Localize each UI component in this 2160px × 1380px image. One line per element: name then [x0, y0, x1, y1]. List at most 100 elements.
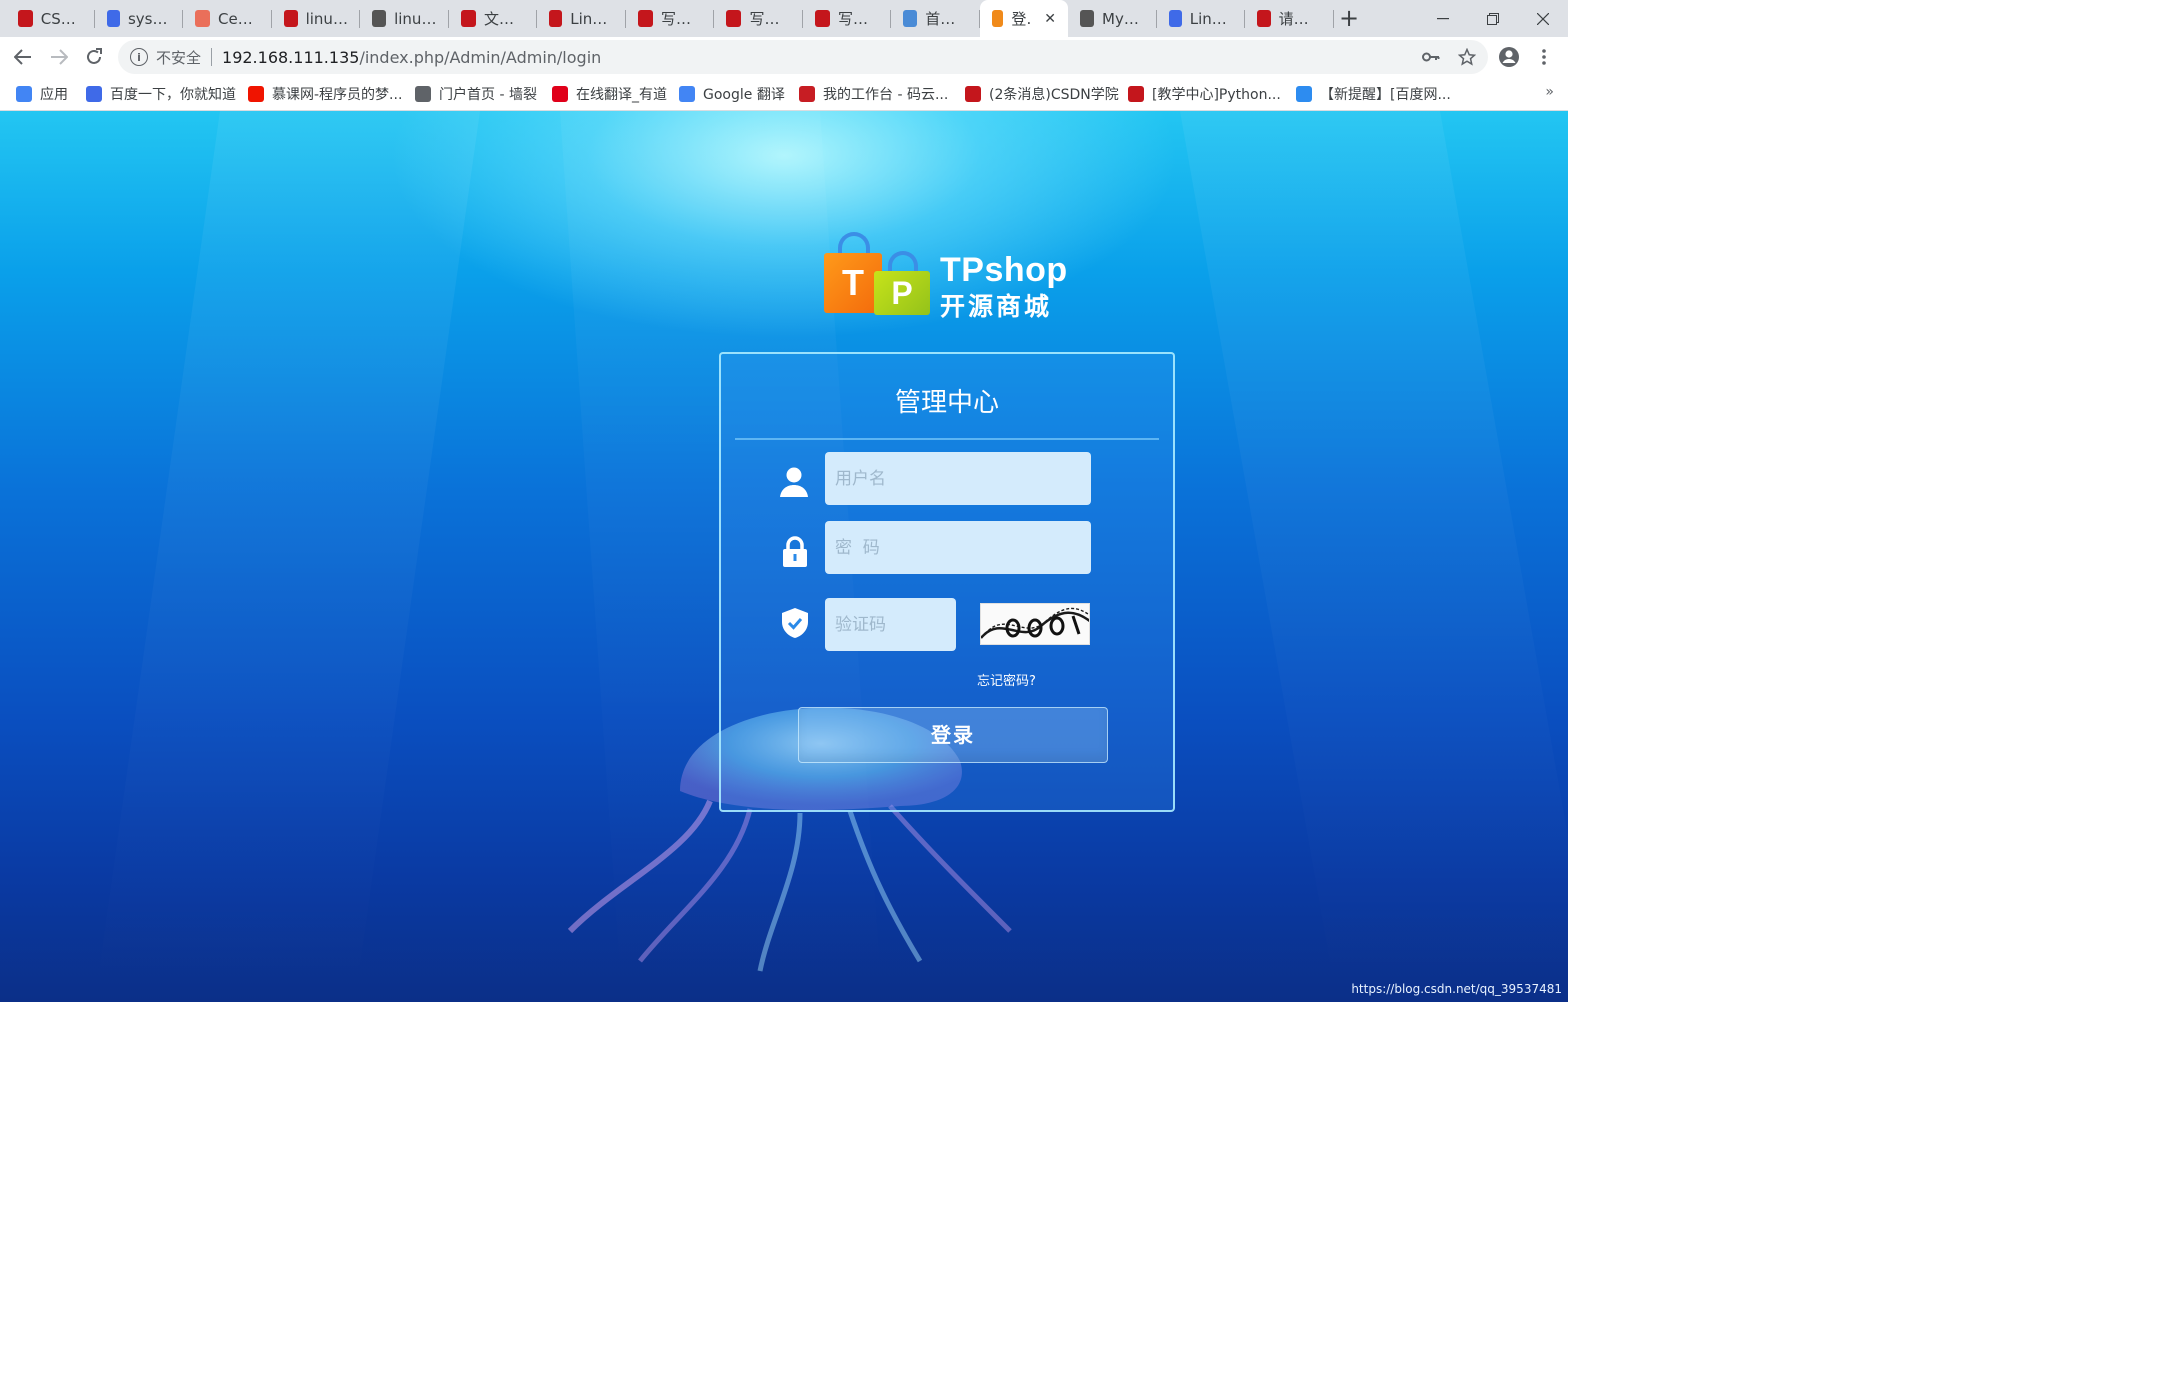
lock-icon [778, 535, 812, 569]
tab[interactable]: Linux服 [1157, 0, 1245, 37]
bookmark-item[interactable]: 【新提醒】[百度网... [1296, 84, 1451, 104]
baidu-icon [1168, 10, 1182, 27]
tab-title: Linux服 [1189, 10, 1233, 28]
address-separator [211, 48, 213, 66]
browser-chrome: CSDN-system CentO linux中 linux查 文章管 Linux环 写文章… [0, 0, 1568, 111]
restore-button[interactable] [1470, 0, 1516, 37]
baidu-icon [86, 86, 102, 102]
bookmarks-bar: » 应用 百度一下，你就知道 慕课网-程序员的梦... 门户首页 - 墙裂 在线翻译_有… [0, 77, 1568, 111]
tab-title: Linux环 [570, 10, 613, 28]
csdn-icon [1257, 10, 1271, 27]
bookmark-label: 应用 [40, 87, 68, 103]
tab[interactable]: 写文章 [714, 0, 803, 37]
tab-title: 登录 [1011, 10, 1032, 28]
bookmark-item[interactable]: (2条消息)CSDN学院 [965, 84, 1119, 104]
bookmark-label: (2条消息)CSDN学院 [989, 87, 1119, 103]
shield-check-icon [778, 606, 812, 640]
password-input[interactable] [825, 521, 1091, 574]
tab[interactable]: 写文章 [626, 0, 714, 37]
tab[interactable]: 登录 ✕ [979, 0, 1068, 37]
csdn-icon [18, 10, 33, 27]
tab[interactable]: linux查 [360, 0, 449, 37]
captcha-image[interactable] [980, 603, 1090, 645]
tab-title: 首页-开 [925, 10, 967, 28]
bookmark-item[interactable]: 我的工作台 - 码云... [799, 84, 948, 104]
csdn-icon [283, 10, 298, 27]
csdn-icon [814, 10, 830, 27]
login-button[interactable]: 登录 [798, 707, 1108, 763]
username-input[interactable] [825, 452, 1091, 505]
tab[interactable]: 请在my [1245, 0, 1334, 37]
bookmark-label: [教学中心]Python... [1152, 87, 1281, 103]
bookmarks-overflow-button[interactable]: » [1545, 84, 1554, 100]
panel-title: 管理中心 [894, 388, 999, 418]
key-icon[interactable] [1420, 46, 1442, 68]
bookmark-label: 百度一下，你就知道 [110, 87, 236, 103]
baidu-icon [106, 10, 120, 27]
tpshop-icon [991, 10, 1004, 27]
forward-button[interactable] [44, 42, 74, 72]
bookmark-label: 慕课网-程序员的梦... [272, 87, 403, 103]
logo-tagline: 开源商城 [940, 292, 1053, 321]
tab[interactable]: MySQL [1068, 0, 1157, 37]
url-host: 192.168.111.135 [222, 47, 360, 67]
tab-title: system [127, 9, 171, 28]
minimize-button[interactable] [1420, 0, 1466, 37]
tab[interactable]: system [95, 0, 183, 37]
bookmark-item[interactable]: 在线翻译_有道 [552, 84, 667, 104]
logo-name: TPshop [940, 251, 1068, 289]
tab[interactable]: 写文章 [803, 0, 891, 37]
close-tab-icon[interactable]: ✕ [1044, 11, 1056, 27]
captcha-input[interactable] [825, 598, 956, 651]
menu-icon[interactable] [1533, 46, 1555, 68]
imooc-icon [248, 86, 264, 102]
tab[interactable]: Linux环 [537, 0, 626, 37]
watermark: https://blog.csdn.net/qq_39537481 [1351, 982, 1562, 996]
bookmark-item[interactable]: 应用 [16, 84, 68, 104]
tab-title: CSDN- [40, 9, 83, 28]
csdn-icon [637, 10, 653, 27]
bookmark-item[interactable]: Google 翻译 [679, 84, 785, 104]
address-bar[interactable]: i 不安全 192.168.111.135/index.php/Admin/Ad… [118, 40, 1488, 74]
insecure-label: 不安全 [156, 48, 202, 67]
tab-title: 写文章 [749, 10, 791, 28]
bookmark-item[interactable]: 门户首页 - 墙裂 [415, 84, 537, 104]
bookmark-label: 在线翻译_有道 [576, 87, 667, 103]
tab[interactable]: 文章管 [449, 0, 537, 37]
bookmark-item[interactable]: [教学中心]Python... [1128, 84, 1281, 104]
info-icon[interactable]: i [130, 48, 148, 66]
tab[interactable]: linux中 [272, 0, 360, 37]
tab[interactable]: CSDN- [6, 0, 95, 37]
tab-strip: CSDN-system CentO linux中 linux查 文章管 Linux环 写文章… [0, 0, 1568, 37]
tab[interactable]: 首页-开 [891, 0, 980, 37]
google-translate-icon [679, 86, 695, 102]
tab-title: 请在my [1278, 10, 1322, 28]
bookmark-item[interactable]: 慕课网-程序员的梦... [248, 84, 402, 104]
gitee-icon [799, 86, 815, 102]
bookmark-label: 【新提醒】[百度网... [1320, 87, 1451, 103]
baidu-pan-icon [1296, 86, 1312, 102]
csdn-icon [1128, 86, 1144, 102]
tab-title: 写文章 [837, 10, 879, 28]
star-icon[interactable] [1456, 46, 1478, 68]
tab-title: MySQL [1102, 9, 1145, 28]
bookmark-item[interactable]: 百度一下，你就知道 [86, 84, 236, 104]
tab[interactable]: CentO [183, 0, 272, 37]
url-text[interactable]: 192.168.111.135/index.php/Admin/Admin/lo… [222, 48, 601, 67]
light-ray [1180, 111, 1568, 1002]
tab-title: linux中 [305, 10, 348, 28]
profile-icon[interactable] [1498, 46, 1520, 68]
tab-title: 文章管 [483, 10, 525, 28]
generic-icon [372, 10, 387, 27]
tab-title: 写文章 [660, 10, 702, 28]
tab-separator [1332, 10, 1334, 28]
tab-title: CentO [218, 9, 259, 28]
csdn-icon [726, 10, 742, 27]
close-window-button[interactable] [1520, 0, 1566, 37]
reload-button[interactable] [79, 42, 109, 72]
back-button[interactable] [8, 42, 38, 72]
new-tab-button[interactable]: + [1336, 4, 1362, 32]
url-path: /index.php/Admin/Admin/login [359, 47, 602, 67]
csdn-icon [965, 86, 981, 102]
forgot-password-link[interactable]: 忘记密码? [977, 670, 1036, 689]
